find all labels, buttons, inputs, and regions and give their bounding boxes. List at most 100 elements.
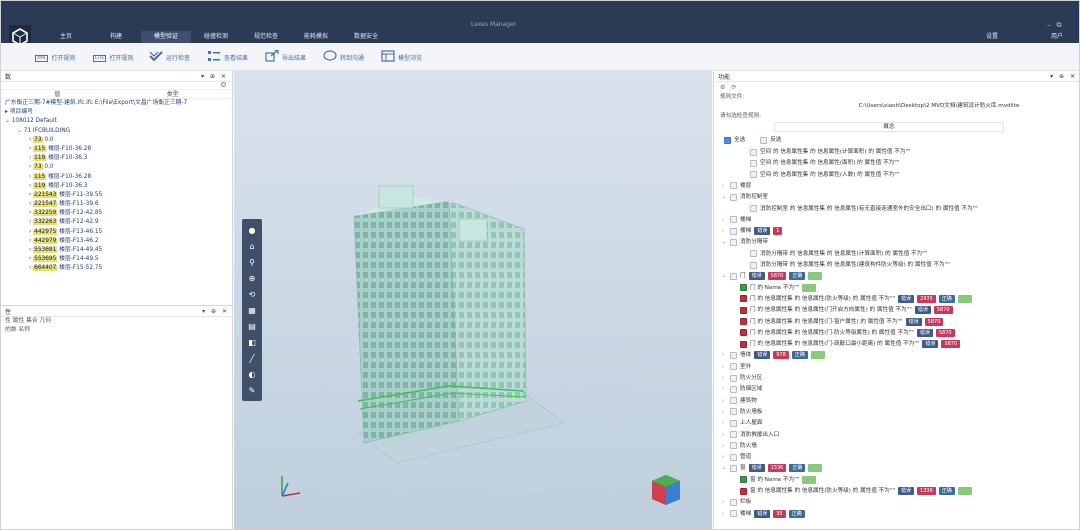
restore-icon[interactable]: ⧉ [1057,21,1062,30]
rule-row[interactable]: 门 的 Name 不为"" [732,283,817,293]
panel-controls[interactable]: ▾ ⊕ ✕ [1050,73,1077,80]
rule-checkbox[interactable] [740,329,747,337]
rule-checkbox[interactable] [750,261,757,269]
result-badge[interactable] [957,294,972,303]
chevron-right-icon[interactable]: › [722,350,727,360]
chevron-right-icon[interactable]: › [722,430,727,440]
result-badge[interactable]: 错误 [916,328,933,337]
rule-checkbox[interactable] [740,295,747,303]
rule-row[interactable]: › 防火墙 [722,441,757,451]
chevron-right-icon[interactable]: › [722,418,727,428]
rule-checkbox[interactable] [750,148,757,156]
result-badge[interactable]: 错误 [922,340,939,349]
rule-checkbox[interactable] [730,419,737,427]
file-path-row[interactable]: 广东衡正三期-7#模型-建筑.ifc.ifc E:\File\Export\文昌… [1,99,232,108]
result-badge[interactable]: 5870 [941,340,961,349]
chevron-right-icon[interactable]: › [722,384,727,394]
result-badge[interactable]: 正确 [791,351,808,360]
point-icon[interactable]: ● [245,223,259,237]
chevron-right-icon[interactable]: › [722,407,727,417]
rule-checkbox[interactable] [730,442,737,450]
rule-row[interactable]: ⌄ 消防分隔带 [722,237,768,247]
tree-item[interactable]: › 442979 楼层-F13-46.2 [5,237,232,246]
chevron-right-icon[interactable]: › [722,181,727,191]
select-all-label[interactable]: 全选 [734,135,745,145]
chevron-right-icon[interactable]: › [722,452,727,462]
result-badge[interactable]: 978 [773,351,789,360]
rule-checkbox[interactable] [730,238,737,246]
chevron-right-icon[interactable]: › [722,396,727,406]
rule-row[interactable]: › 建筑物 [722,396,757,406]
result-badge[interactable]: 错误 [754,227,771,236]
result-badge[interactable]: 错误 [898,294,915,303]
tree-item[interactable]: › 119 楼层-F10-36.3 [5,154,232,163]
rule-checkbox[interactable] [730,193,737,201]
result-badge[interactable] [808,272,823,281]
toolbar-button-3[interactable]: 查看结果 [207,50,248,64]
rule-row[interactable]: 空间 的 信息属性集 的 信息属性(人数) 的 属性值 不为"" [742,170,899,180]
tree-item[interactable]: › 664407 楼层-F15-52.75 [5,264,232,273]
result-badge[interactable] [802,283,817,292]
result-badge[interactable]: 正确 [938,487,955,495]
result-badge[interactable]: 正确 [789,272,806,281]
chevron-down-icon[interactable]: ⌄ [722,271,727,281]
chevron-down-icon[interactable]: ⌄ [722,237,727,247]
rule-row[interactable]: › 管道 [722,452,751,462]
result-badge[interactable]: 正确 [938,294,955,303]
select-all-checkbox[interactable] [724,136,731,144]
rule-row[interactable]: › 楼层 [722,181,751,191]
chevron-right-icon[interactable]: › [722,441,727,451]
chevron-right-icon[interactable]: › [722,509,727,519]
rule-checkbox[interactable] [740,340,747,348]
settings-icon[interactable]: ⚙ [720,84,725,91]
rule-row[interactable]: ⌄ 门错误 5870 正确 [722,271,823,281]
grid-icon[interactable]: ▦ [245,303,259,317]
tree-item[interactable]: › 221547 楼层-F11-39.6 [5,200,232,209]
result-badge[interactable]: 5870 [933,306,953,315]
toolbar-button-5[interactable]: 转到沟通 [323,50,364,64]
rule-checkbox[interactable] [730,498,737,506]
rule-row[interactable]: 门 的 信息属性集 的 信息属性(门-防火等级属性) 的 属性值 不为"" 错误 5… [732,328,955,338]
tree-item[interactable]: › 115 楼层-F10-36.28 [5,173,232,182]
rule-checkbox[interactable] [750,205,757,212]
rule-row[interactable]: 门 的 信息属性集 的 信息属性(门开启方向属性) 的 属性值 不为"" 错误 58… [732,305,953,315]
column-value[interactable]: 值 [54,90,60,98]
column-type[interactable]: 类型 [167,90,179,98]
chevron-right-icon[interactable]: › [722,373,727,383]
rule-checkbox[interactable] [740,476,747,484]
rule-row[interactable]: › 墙体 错误 978 正确 [722,350,825,360]
rule-row[interactable]: 消防控制室 的 信息属性集 的 信息属性(有无直接连通室外的安全出口) 的 属性… [742,204,978,214]
chevron-right-icon[interactable]: › [722,362,727,372]
rule-checkbox[interactable] [730,374,737,382]
toolbar-button-6[interactable]: 模型浏览 [381,50,422,64]
rule-row[interactable]: › 上人屋面 [722,418,762,428]
toolbar-button-1[interactable]: LITE 打开规则 [93,50,133,64]
user-menu[interactable]: 用户 [1051,31,1063,43]
rule-checkbox[interactable] [740,284,747,292]
result-badge[interactable]: 错误 [898,487,915,495]
rule-row[interactable]: › 防烟区域 [722,384,762,394]
rule-checkbox[interactable] [730,464,737,472]
rule-checkbox[interactable] [730,408,737,416]
tab-5[interactable]: 能耗模拟 [291,31,341,43]
rule-row[interactable]: 空间 的 信息属性集 的 信息属性(面积) 的 属性值 不为"" [742,158,899,168]
rule-row[interactable]: › 栏板 [722,497,751,507]
tree-item[interactable]: › 115 楼层-F10-36.28 [5,145,232,154]
rule-row[interactable]: › 室外 [722,362,751,372]
refresh-icon[interactable]: ⟳ [731,84,736,91]
chevron-right-icon[interactable]: › [722,215,727,225]
result-badge[interactable]: 1336 [917,487,936,495]
rule-checkbox[interactable] [740,306,747,314]
result-badge[interactable]: 错误 [914,306,931,315]
rule-checkbox[interactable] [730,397,737,405]
result-badge[interactable]: 错误 [905,317,922,326]
rule-row[interactable]: 门 的 信息属性集 的 信息属性(门-疏散口最小距离) 的 属性值 不为"" 错误… [732,339,961,349]
rule-checkbox[interactable] [730,272,737,280]
result-badge[interactable]: 错误 [754,351,771,360]
rule-checkbox[interactable] [750,171,757,179]
rule-row[interactable]: › 消防救援出入口 [722,430,779,440]
tab-2[interactable]: 模型验证 [141,31,191,43]
result-badge[interactable]: 35 [773,509,786,518]
tree-item[interactable]: › 553691 楼层-F14-49.45 [5,246,232,255]
rule-row[interactable]: › 防火分区 [722,373,762,383]
